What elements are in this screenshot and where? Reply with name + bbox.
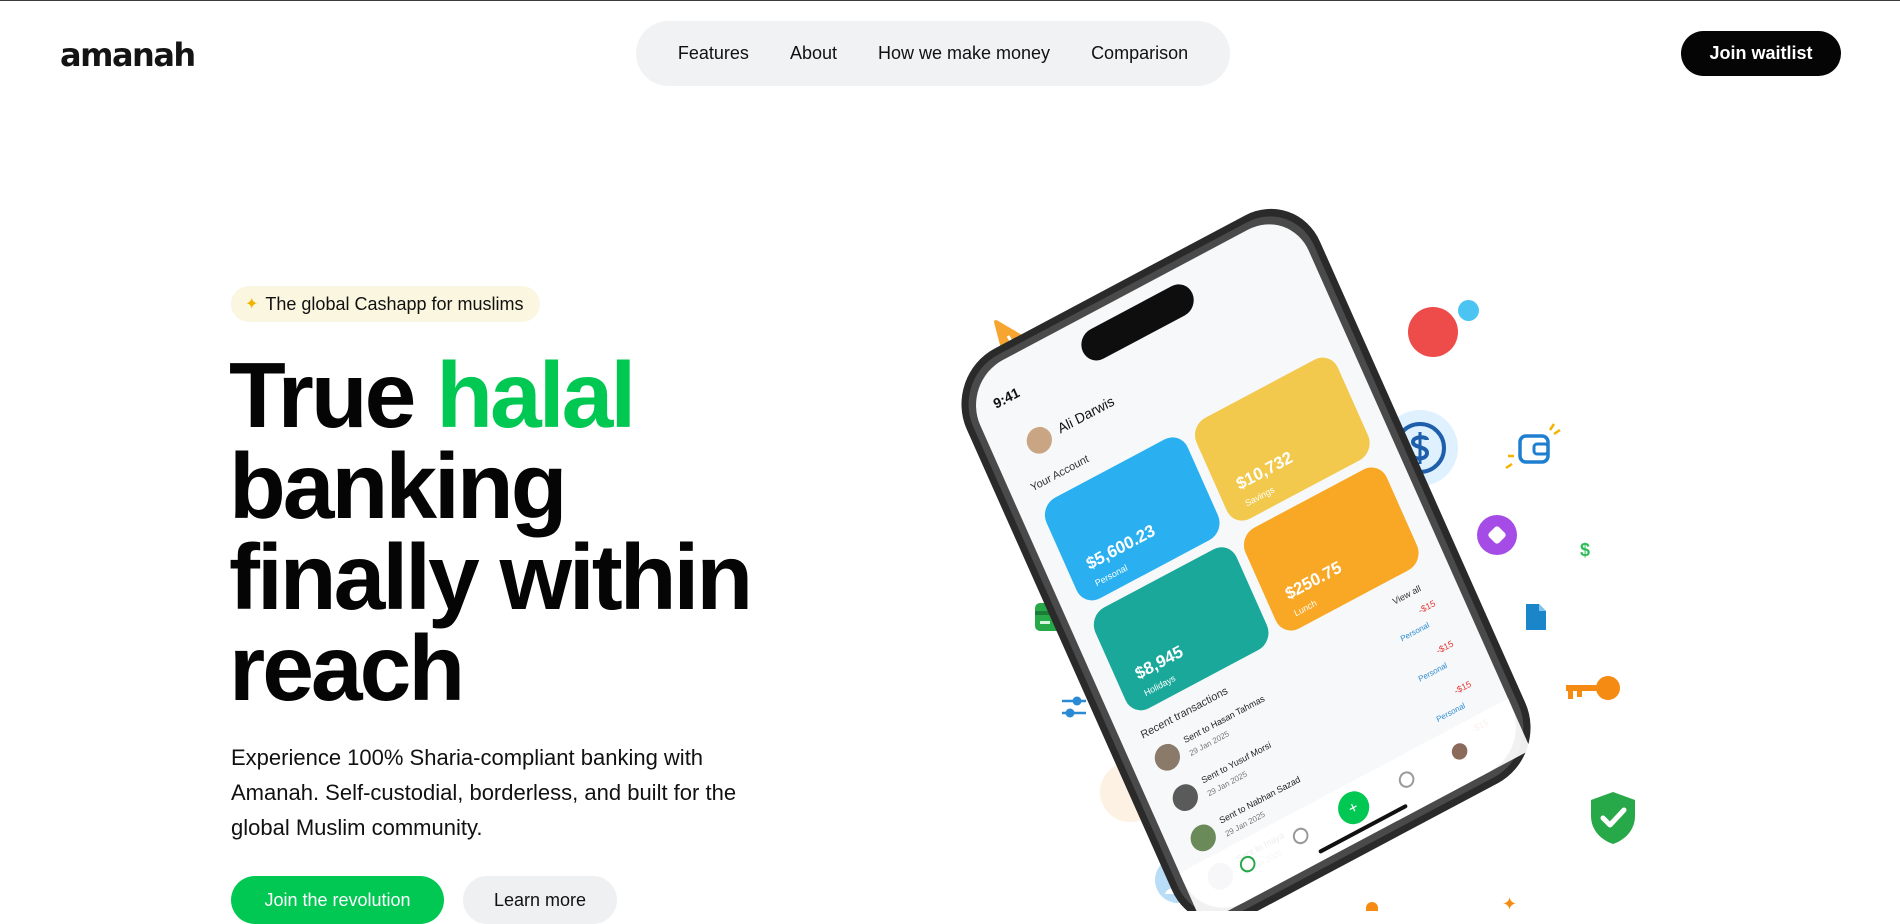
phone-user-name: Ali Darwis <box>1055 393 1116 437</box>
document-icon <box>1526 604 1546 630</box>
hero-title-line4: reach <box>229 616 465 720</box>
transaction-date: 29 Jan 2025 <box>1241 848 1284 877</box>
orange-dot-icon <box>1366 902 1378 911</box>
join-waitlist-button[interactable]: Join waitlist <box>1681 31 1841 76</box>
search-icon <box>1126 628 1159 661</box>
transaction-amount: -$15 <box>1470 717 1490 735</box>
wallet-icon <box>1505 423 1561 470</box>
account-card-savings-label: Savings <box>1244 484 1277 508</box>
transaction-row[interactable]: Sent to Hasan Tahmas 29 Jan 2025 -$15 Pe… <box>1149 598 1444 775</box>
transaction-name: Sent to Hasan Tahmas <box>1182 693 1267 745</box>
hero-title-part1: True <box>229 343 437 447</box>
home-indicator <box>1318 804 1408 854</box>
hero-description: Experience 100% Sharia-compliant banking… <box>231 745 737 840</box>
peach-circle-icon <box>1100 762 1160 822</box>
dollar-sign-icon: $ <box>1580 540 1591 560</box>
transaction-amount: -$15 <box>1453 679 1473 697</box>
account-card-personal[interactable] <box>1039 431 1225 607</box>
credit-card-icon <box>1035 603 1069 631</box>
view-all-link[interactable]: View all <box>1391 583 1422 607</box>
hero-badge-text: The global Cashapp for muslims <box>265 293 524 314</box>
account-card-savings[interactable] <box>1189 351 1375 527</box>
account-card-holidays[interactable] <box>1088 541 1274 717</box>
profile-tab-avatar[interactable] <box>1449 740 1470 762</box>
account-card-personal-label: Personal <box>1094 562 1129 588</box>
learn-more-button[interactable]: Learn more <box>463 876 617 924</box>
hero-title-line2: banking <box>229 434 568 538</box>
transaction-tag: Personal <box>1399 620 1431 643</box>
bar-chart-icon <box>1062 484 1090 506</box>
transaction-tag: Personal <box>1435 701 1467 724</box>
account-card-savings-amount: $10,732 <box>1233 448 1295 494</box>
key-icon <box>1566 676 1620 700</box>
nav-item-about[interactable]: About <box>790 43 837 64</box>
hero-title: True halal banking finally within reach <box>229 349 753 715</box>
transaction-amount: -$15 <box>1417 598 1437 616</box>
nav-item-features[interactable]: Features <box>678 43 749 64</box>
top-border <box>0 0 1900 1</box>
tether-coin-icon <box>1229 759 1309 839</box>
hero-title-highlight: halal <box>436 343 636 447</box>
nav-item-comparison[interactable]: Comparison <box>1091 43 1188 64</box>
blue-dot-icon <box>1458 300 1479 321</box>
account-card-lunch-label: Lunch <box>1293 598 1319 619</box>
dynamic-island <box>1081 284 1194 361</box>
home-tab-icon[interactable] <box>1239 854 1257 873</box>
account-card-lunch-amount: $250.75 <box>1282 557 1344 603</box>
brand-logo[interactable]: amanah <box>60 36 196 74</box>
award-icon <box>1164 706 1186 738</box>
shield-check-icon <box>1591 792 1635 844</box>
account-card-personal-amount: $5,600.23 <box>1083 521 1157 574</box>
purple-badge-icon <box>1477 515 1517 555</box>
add-button[interactable] <box>1333 786 1374 830</box>
user-avatar-icon <box>1155 857 1201 903</box>
orange-star-icon: ✦ <box>1502 894 1518 914</box>
hero-badge: ✦ The global Cashapp for muslims <box>231 286 540 322</box>
transaction-tag: Personal <box>1417 661 1449 684</box>
sliders-icon <box>1062 696 1086 718</box>
hero-title-line3: finally within <box>229 525 753 629</box>
sparkle-icon: ✦ <box>245 296 259 313</box>
transaction-date: 29 Jan 2025 <box>1188 729 1231 758</box>
transaction-amount: -$15 <box>1435 638 1455 656</box>
red-dot-icon <box>1408 307 1458 357</box>
transfer-tab-icon[interactable] <box>1398 770 1416 789</box>
main-nav: Features About How we make money Compari… <box>636 21 1230 86</box>
account-card-holidays-label: Holidays <box>1142 673 1177 699</box>
usd-coin-icon <box>1382 410 1458 486</box>
phone-time: 9:41 <box>991 384 1022 412</box>
nav-item-how-we-make-money[interactable]: How we make money <box>878 43 1050 64</box>
profile-avatar <box>1026 426 1052 454</box>
join-revolution-button[interactable]: Join the revolution <box>231 876 444 924</box>
arrow-cursor-icon <box>994 320 1032 362</box>
transaction-row[interactable]: Sent to Yusuf Morsi 29 Jan 2025 -$15 Per… <box>1167 638 1462 815</box>
add-icon: + <box>1346 798 1361 818</box>
